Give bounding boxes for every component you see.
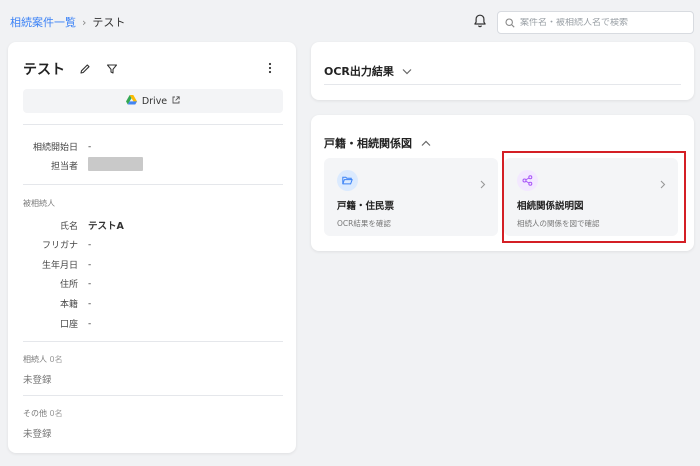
family-register-toggle[interactable]: 戸籍・相続関係図 (324, 135, 431, 151)
folder-open-icon (337, 170, 358, 191)
search-icon (505, 13, 515, 32)
chevron-down-icon (402, 65, 412, 78)
others-empty-text: 未登録 (23, 429, 52, 440)
notification-bell-icon[interactable] (472, 13, 488, 29)
heirs-empty-text: 未登録 (23, 375, 52, 386)
breadcrumb-case-list-link[interactable]: 相続案件一覧 (10, 14, 76, 30)
tile-subtitle: OCR結果を確認 (337, 219, 391, 228)
filter-icon[interactable] (104, 62, 119, 77)
decedent-address-row: 住所 - (59, 278, 92, 291)
tile-title: 相続関係説明図 (517, 201, 584, 212)
divider (23, 184, 283, 185)
chevron-right-icon (480, 174, 486, 193)
more-options-icon[interactable] (266, 59, 274, 78)
decedent-name-row: 氏名 テストA (59, 221, 124, 232)
divider (23, 124, 283, 125)
breadcrumb: 相続案件一覧 › テスト (10, 14, 125, 30)
case-detail-panel: テスト Drive 相続開始日 - 担当者 被相続人 氏名 テストA フリガナ (8, 42, 296, 453)
family-register-panel: 戸籍・相続関係図 戸籍・住民票 OCR結果を確認 相続関係説明図 相続人の関係を… (311, 115, 694, 251)
case-title: テスト (23, 62, 65, 78)
decedent-birthdate-row: 生年月日 - (41, 259, 92, 272)
relationship-diagram-tile[interactable]: 相続関係説明図 相続人の関係を図で確認 (504, 158, 678, 236)
others-section-label: その他 0名 (23, 409, 63, 418)
decedent-domicile-row: 本籍 - (59, 298, 92, 311)
drive-label: Drive (141, 95, 168, 107)
edit-pencil-icon[interactable] (77, 62, 92, 77)
inheritance-start-date-row: 相続開始日 - (32, 141, 92, 154)
decedent-section-label: 被相続人 (23, 199, 55, 208)
chevron-up-icon (421, 137, 431, 150)
assignee-row: 担当者 (8, 157, 143, 174)
top-bar: 相続案件一覧 › テスト (0, 0, 700, 44)
breadcrumb-current: テスト (92, 16, 126, 29)
ocr-output-toggle[interactable]: OCR出力結果 (324, 63, 412, 79)
decedent-account-row: 口座 - (59, 318, 92, 331)
assignee-redacted (88, 157, 143, 171)
external-link-icon (172, 95, 180, 107)
heirs-section-label: 相続人 0名 (23, 355, 63, 364)
google-drive-icon (125, 94, 137, 108)
search-box (497, 11, 694, 34)
ocr-output-panel: OCR出力結果 (311, 42, 694, 100)
divider (23, 395, 283, 396)
family-register-tile[interactable]: 戸籍・住民票 OCR結果を確認 (324, 158, 498, 236)
share-nodes-icon (517, 170, 538, 191)
tile-title: 戸籍・住民票 (337, 201, 395, 212)
tile-subtitle: 相続人の関係を図で確認 (517, 219, 600, 228)
divider (324, 84, 681, 85)
drive-button[interactable]: Drive (23, 89, 283, 113)
chevron-right-icon (660, 174, 666, 193)
breadcrumb-separator: › (82, 15, 87, 29)
decedent-furigana-row: フリガナ - (41, 239, 92, 252)
family-register-title: 戸籍・相続関係図 (324, 137, 412, 150)
divider (23, 341, 283, 342)
search-input[interactable] (520, 17, 690, 28)
ocr-output-title: OCR出力結果 (324, 65, 394, 78)
